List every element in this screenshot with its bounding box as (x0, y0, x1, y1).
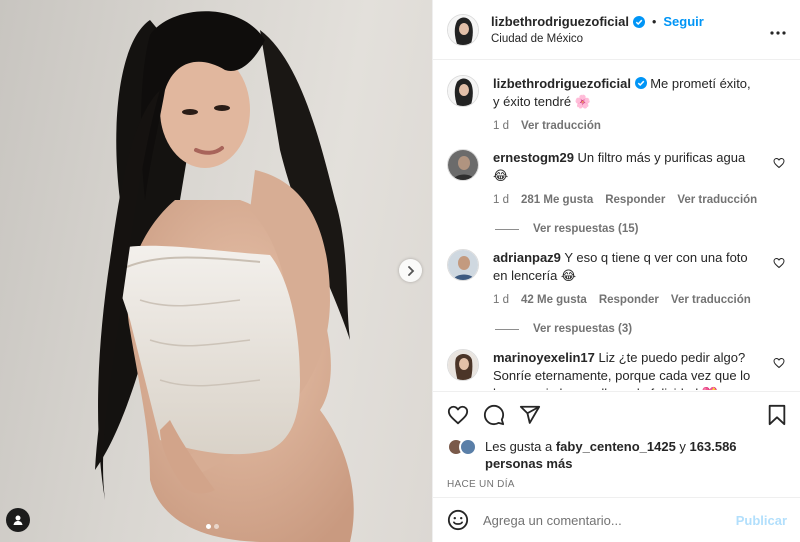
avatar[interactable] (447, 75, 479, 107)
instagram-post-modal: lizbethrodriguezoficial • Seguir Ciudad … (0, 0, 800, 542)
view-replies-button[interactable]: Ver respuestas (3) (495, 323, 787, 335)
heart-icon[interactable] (773, 257, 785, 269)
avatar[interactable] (447, 349, 479, 381)
comment-username[interactable]: ernestogm29 (493, 150, 574, 165)
post-photo (95, 11, 354, 542)
avatar[interactable] (447, 13, 479, 46)
carousel-indicator (206, 524, 219, 529)
comments-list[interactable]: lizbethrodriguezoficial Me prometí éxito… (433, 61, 800, 390)
replies-divider (495, 228, 519, 230)
add-comment-bar: Agrega un comentario... Publicar (433, 497, 800, 542)
tagged-users-button[interactable] (6, 508, 30, 532)
translate-button[interactable]: Ver traducción (671, 291, 751, 309)
reply-button[interactable]: Responder (599, 291, 659, 309)
translate-button[interactable]: Ver traducción (521, 117, 601, 135)
reply-button[interactable]: Responder (605, 191, 665, 209)
caption-username[interactable]: lizbethrodriguezoficial (493, 76, 631, 91)
comment-item: ernestogm29 Un filtro más y purificas ag… (447, 149, 787, 209)
bookmark-icon[interactable] (767, 404, 787, 426)
post-side-panel: lizbethrodriguezoficial • Seguir Ciudad … (432, 0, 800, 542)
chevron-right-icon (407, 265, 414, 276)
avatar[interactable] (447, 149, 479, 181)
post-actions: Les gusta a faby_centeno_1425 y 163.586 … (433, 391, 800, 497)
translate-button[interactable]: Ver traducción (677, 191, 757, 209)
verified-badge-icon (632, 15, 645, 28)
next-photo-button[interactable] (399, 259, 422, 282)
likes-connector: y (679, 439, 686, 454)
post-author-username[interactable]: lizbethrodriguezoficial (491, 14, 629, 29)
view-replies-label: Ver respuestas (15) (533, 223, 639, 235)
post-location[interactable]: Ciudad de México (491, 33, 770, 45)
liker-avatars (447, 438, 479, 456)
comment-item: marinoyexelin17 Liz ¿te puedo pedir algo… (447, 349, 787, 390)
comment-username[interactable]: marinoyexelin17 (493, 350, 595, 365)
post-media[interactable] (0, 0, 432, 542)
avatar (459, 438, 477, 456)
heart-icon[interactable] (773, 157, 785, 169)
caption-time[interactable]: 1 d (493, 117, 509, 135)
carousel-dot (214, 524, 219, 529)
verified-badge-icon (634, 77, 647, 89)
publish-button[interactable]: Publicar (736, 513, 787, 528)
caption: lizbethrodriguezoficial Me prometí éxito… (447, 75, 787, 135)
view-replies-label: Ver respuestas (3) (533, 323, 633, 335)
comment-time[interactable]: 1 d (493, 191, 509, 209)
avatar[interactable] (447, 249, 479, 281)
emoji-icon[interactable] (447, 509, 469, 531)
comment-time[interactable]: 1 d (493, 291, 509, 309)
comment-username[interactable]: adrianpaz9 (493, 250, 561, 265)
carousel-dot (206, 524, 211, 529)
liker-username[interactable]: faby_centeno_1425 (556, 439, 676, 454)
likes-prefix: Les gusta a (485, 439, 553, 454)
more-horizontal-icon (770, 31, 786, 35)
send-icon[interactable] (519, 404, 541, 426)
more-options-button[interactable] (770, 19, 786, 40)
post-header: lizbethrodriguezoficial • Seguir Ciudad … (433, 0, 800, 60)
user-tag-icon (13, 515, 23, 525)
comment-icon[interactable] (483, 404, 505, 426)
likes-summary[interactable]: Les gusta a faby_centeno_1425 y 163.586 … (447, 438, 787, 472)
comment-input[interactable]: Agrega un comentario... (483, 513, 736, 528)
separator: • (651, 14, 657, 29)
follow-button[interactable]: Seguir (663, 14, 703, 29)
heart-icon[interactable] (773, 357, 785, 369)
post-timestamp[interactable]: HACE UN DÍA (447, 479, 787, 490)
replies-divider (495, 328, 519, 330)
comment-item: adrianpaz9 Y eso q tiene q ver con una f… (447, 249, 787, 309)
view-replies-button[interactable]: Ver respuestas (15) (495, 223, 787, 235)
heart-icon[interactable] (447, 404, 469, 426)
comment-likes[interactable]: 281 Me gusta (521, 191, 593, 209)
comment-likes[interactable]: 42 Me gusta (521, 291, 587, 309)
